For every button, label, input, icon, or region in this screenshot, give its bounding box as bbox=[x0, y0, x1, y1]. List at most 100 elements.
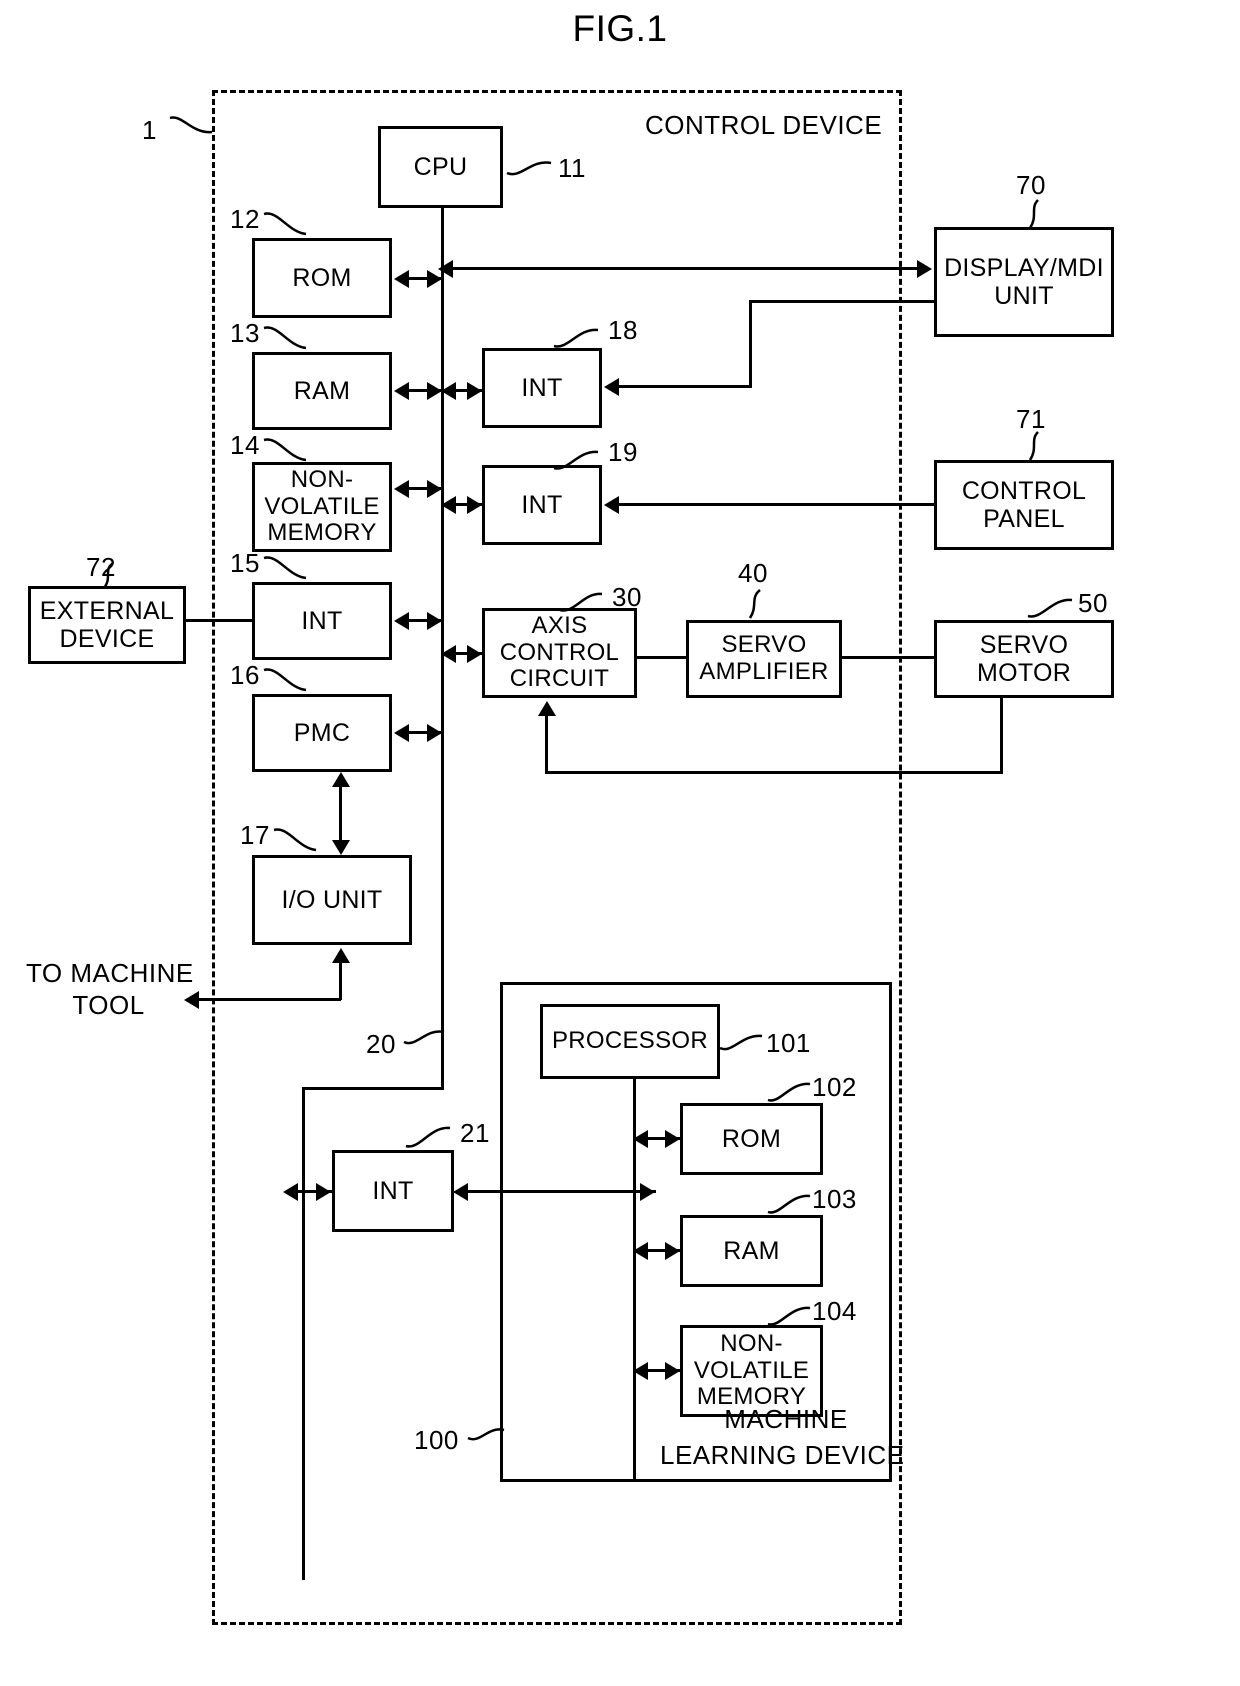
arrow-int15-left bbox=[394, 612, 409, 630]
ref-ml-ram: 103 bbox=[812, 1184, 857, 1214]
block-int-19[interactable]: INT bbox=[482, 465, 602, 545]
block-servo-amplifier[interactable]: SERVO AMPLIFIER bbox=[686, 620, 842, 698]
block-pmc-label: PMC bbox=[293, 719, 351, 747]
block-cpu[interactable]: CPU bbox=[378, 126, 503, 208]
ref-servo-motor: 50 bbox=[1078, 588, 1108, 618]
leader-nvmem bbox=[263, 438, 307, 462]
arrow-axis-left bbox=[441, 645, 456, 663]
block-processor-label: PROCESSOR bbox=[551, 1027, 709, 1055]
ref-ml-rom: 102 bbox=[812, 1072, 857, 1102]
block-axis-line2: CONTROL bbox=[499, 638, 620, 666]
ref-axis-control-circuit: 30 bbox=[612, 582, 642, 612]
main-bus-left-vertical bbox=[302, 1087, 305, 1580]
arrow-int19-left bbox=[441, 496, 456, 514]
block-ram-label: RAM bbox=[293, 377, 351, 405]
block-ml-nvmem-line2: VOLATILE bbox=[693, 1356, 810, 1384]
block-control-panel-line2: PANEL bbox=[983, 505, 1065, 533]
ref-ml-nonvolatile-memory: 104 bbox=[812, 1296, 857, 1326]
block-servo-motor[interactable]: SERVO MOTOR bbox=[934, 620, 1114, 698]
ref-io-unit: 17 bbox=[240, 820, 270, 850]
ref-int-19: 19 bbox=[608, 437, 638, 467]
block-servo-motor-line2: MOTOR bbox=[976, 659, 1072, 687]
arrow-ml-ram-right bbox=[665, 1242, 680, 1260]
link-display-int18-vertical bbox=[749, 300, 752, 388]
arrow-machine-tool-up bbox=[332, 948, 350, 963]
leader-control-panel bbox=[1028, 431, 1039, 461]
arrow-pmc-left bbox=[394, 724, 409, 742]
block-control-panel[interactable]: CONTROL PANEL bbox=[934, 460, 1114, 550]
ref-machine-learning-device: 100 bbox=[414, 1425, 459, 1455]
ml-device-label-line1: MACHINE bbox=[724, 1404, 848, 1434]
arrow-rom-left bbox=[394, 270, 409, 288]
block-display-mdi-line1: DISPLAY/MDI bbox=[944, 254, 1104, 282]
block-processor[interactable]: PROCESSOR bbox=[540, 1004, 720, 1079]
block-nvmem-line3: MEMORY bbox=[267, 519, 377, 547]
block-int-15[interactable]: INT bbox=[252, 582, 392, 660]
block-int19-label: INT bbox=[521, 491, 563, 519]
arrow-int18-left bbox=[441, 382, 456, 400]
control-device-label: CONTROL DEVICE bbox=[645, 110, 883, 140]
ref-display-mdi-unit: 70 bbox=[1016, 170, 1046, 200]
block-int-18[interactable]: INT bbox=[482, 348, 602, 428]
link-int21-mlbus bbox=[456, 1190, 656, 1193]
leader-cpu bbox=[506, 161, 552, 176]
leader-servo-amp bbox=[748, 589, 761, 619]
label-to-machine-tool-line2: TOOL bbox=[72, 990, 145, 1020]
block-io-unit-label: I/O UNIT bbox=[281, 886, 383, 914]
block-int18-label: INT bbox=[521, 374, 563, 402]
leader-pmc bbox=[263, 668, 307, 692]
machine-tool-vertical bbox=[339, 963, 342, 1000]
block-control-panel-line1: CONTROL bbox=[961, 477, 1087, 505]
ref-servo-amplifier: 40 bbox=[738, 558, 768, 588]
block-rom[interactable]: ROM bbox=[252, 238, 392, 318]
arrow-ram-left bbox=[394, 382, 409, 400]
leader-servo-motor bbox=[1027, 598, 1073, 618]
leader-int19 bbox=[553, 450, 599, 470]
leader-display-mdi bbox=[1028, 199, 1039, 229]
ref-rom: 12 bbox=[230, 204, 260, 234]
block-ml-ram[interactable]: RAM bbox=[680, 1215, 823, 1287]
arrow-int15-right bbox=[427, 612, 442, 630]
block-axis-line3: CIRCUIT bbox=[509, 665, 610, 693]
machine-tool-horizontal bbox=[196, 998, 341, 1001]
feedback-motor-vertical bbox=[1000, 698, 1003, 773]
label-to-machine-tool-line1: TO MACHINE bbox=[26, 958, 194, 988]
link-control-panel-int19 bbox=[617, 503, 935, 506]
block-int-21[interactable]: INT bbox=[332, 1150, 454, 1232]
block-nonvolatile-memory[interactable]: NON- VOLATILE MEMORY bbox=[252, 462, 392, 552]
arrow-ml-nvmem-left bbox=[633, 1362, 648, 1380]
block-external-device-line1: EXTERNAL bbox=[39, 597, 175, 625]
link-axis-servoamp bbox=[637, 656, 686, 659]
block-servo-amp-line1: SERVO bbox=[721, 631, 807, 659]
arrow-pmc-right bbox=[427, 724, 442, 742]
block-axis-control-circuit[interactable]: AXIS CONTROL CIRCUIT bbox=[482, 608, 637, 698]
block-ram[interactable]: RAM bbox=[252, 352, 392, 430]
block-pmc[interactable]: PMC bbox=[252, 694, 392, 772]
leader-axis bbox=[559, 592, 603, 612]
block-external-device[interactable]: EXTERNAL DEVICE bbox=[28, 586, 186, 664]
arrow-nvmem-right bbox=[427, 480, 442, 498]
block-ml-ram-label: RAM bbox=[723, 1237, 780, 1265]
arrow-ml-rom-left bbox=[633, 1130, 648, 1148]
ref-int-21: 21 bbox=[460, 1118, 490, 1148]
block-nvmem-line1: NON- bbox=[290, 465, 354, 493]
block-display-mdi-unit[interactable]: DISPLAY/MDI UNIT bbox=[934, 227, 1114, 337]
ref-nonvolatile-memory: 14 bbox=[230, 430, 260, 460]
block-ml-rom[interactable]: ROM bbox=[680, 1103, 823, 1175]
block-int21-label: INT bbox=[372, 1177, 414, 1205]
link-external-int15 bbox=[186, 619, 254, 622]
block-external-device-line2: DEVICE bbox=[59, 625, 155, 653]
ref-control-device: 1 bbox=[142, 115, 157, 145]
arrow-ml-ram-left bbox=[633, 1242, 648, 1260]
ref-pmc: 16 bbox=[230, 660, 260, 690]
feedback-to-axis-vertical bbox=[545, 716, 548, 773]
figure-title: FIG.1 bbox=[572, 8, 668, 49]
link-display-int18-upper bbox=[749, 300, 935, 303]
leader-control-device bbox=[169, 116, 213, 134]
leader-ml-rom bbox=[767, 1082, 811, 1102]
ref-bus-20: 20 bbox=[366, 1029, 396, 1059]
leader-external-device bbox=[102, 563, 113, 589]
block-io-unit[interactable]: I/O UNIT bbox=[252, 855, 412, 945]
arrow-int18-in bbox=[604, 378, 619, 396]
arrow-mlbus-in bbox=[640, 1183, 655, 1201]
